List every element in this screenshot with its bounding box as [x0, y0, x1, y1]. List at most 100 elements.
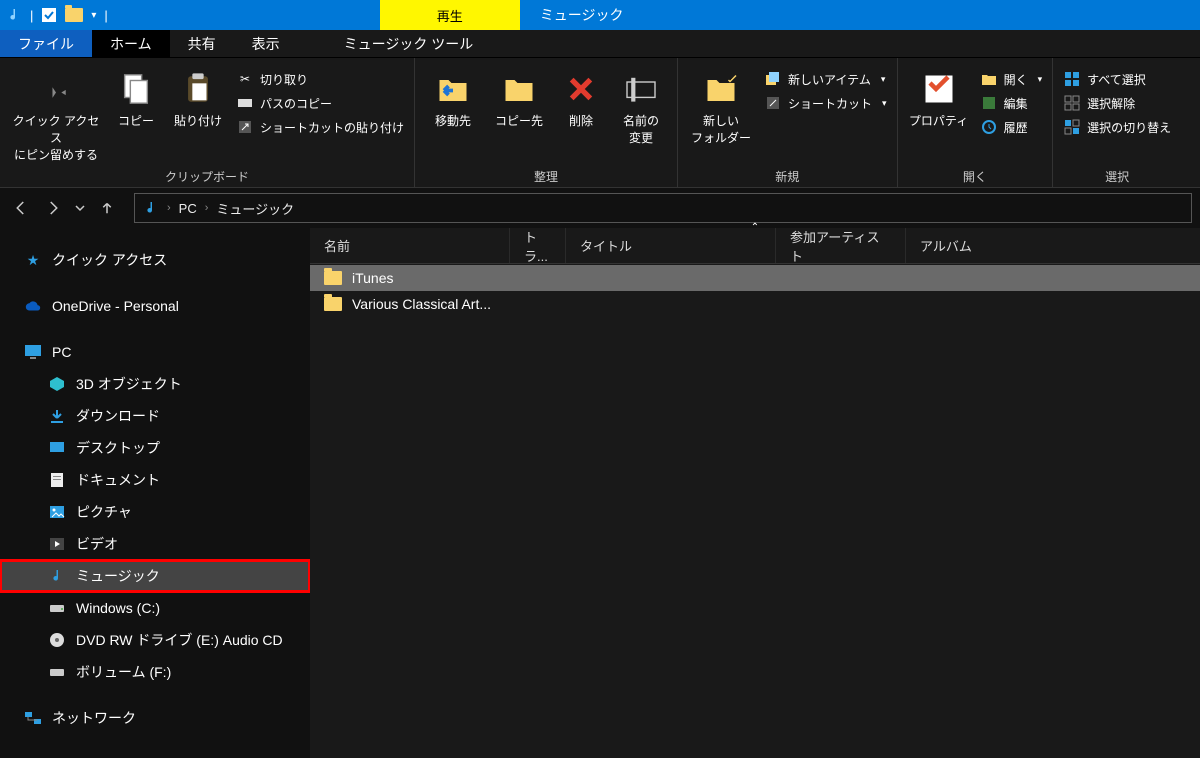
recent-locations-button[interactable]	[72, 195, 88, 221]
history-button[interactable]: 履歴	[980, 118, 1043, 136]
sidebar-item-videos[interactable]: ビデオ	[0, 528, 310, 560]
sidebar-item-documents[interactable]: ドキュメント	[0, 464, 310, 496]
column-headers: 名前 トラ... タイトル 参加アーティスト アルバム	[310, 228, 1200, 264]
tab-home[interactable]: ホーム	[92, 30, 170, 57]
open-small-buttons: 開く▾ 編集 履歴	[980, 64, 1043, 136]
open-button[interactable]: 開く▾	[980, 70, 1043, 88]
rename-label: 名前の 変更	[623, 112, 659, 146]
col-label: タイトル	[580, 236, 632, 255]
chevron-down-icon: ▾	[881, 74, 886, 85]
divider: |	[104, 8, 107, 23]
sidebar-item-desktop[interactable]: デスクトップ	[0, 432, 310, 464]
copy-path-button[interactable]: パスのコピー	[236, 94, 404, 112]
sidebar-item-downloads[interactable]: ダウンロード	[0, 400, 310, 432]
move-to-button[interactable]: 移動先	[425, 64, 481, 129]
sidebar-label: ビデオ	[76, 534, 118, 554]
cloud-icon	[24, 297, 42, 315]
sidebar-item-pictures[interactable]: ピクチャ	[0, 496, 310, 528]
breadcrumb-music[interactable]: ミュージック	[216, 199, 294, 218]
chevron-down-icon: ▾	[882, 98, 887, 109]
select-all-button[interactable]: すべて選択	[1063, 70, 1171, 88]
shortcut-icon	[764, 94, 782, 112]
column-header-title[interactable]: タイトル	[566, 228, 776, 263]
main-area: ★ クイック アクセス OneDrive - Personal PC 3D オブ…	[0, 228, 1200, 758]
select-all-label: すべて選択	[1087, 71, 1146, 88]
column-header-name[interactable]: 名前	[310, 228, 510, 263]
sidebar-item-drive-e[interactable]: DVD RW ドライブ (E:) Audio CD	[0, 624, 310, 656]
sidebar-item-onedrive[interactable]: OneDrive - Personal	[0, 290, 310, 322]
cube-icon	[48, 375, 66, 393]
select-none-button[interactable]: 選択解除	[1063, 94, 1171, 112]
file-list: 名前 トラ... タイトル 参加アーティスト アルバム ⌃ iTunes Var…	[310, 228, 1200, 758]
paste-shortcut-label: ショートカットの貼り付け	[260, 119, 404, 136]
edit-label: 編集	[1004, 95, 1028, 112]
navigation-pane[interactable]: ★ クイック アクセス OneDrive - Personal PC 3D オブ…	[0, 228, 310, 758]
checkbox-icon[interactable]	[41, 7, 57, 23]
new-item-icon	[764, 70, 782, 88]
copy-button[interactable]: コピー	[112, 64, 160, 129]
tab-share[interactable]: 共有	[170, 30, 234, 57]
picture-icon	[48, 503, 66, 521]
back-button[interactable]	[8, 195, 34, 221]
drive-icon	[48, 599, 66, 617]
document-icon	[48, 471, 66, 489]
sidebar-item-quick-access[interactable]: ★ クイック アクセス	[0, 244, 310, 276]
disc-icon	[48, 631, 66, 649]
copy-to-button[interactable]: コピー先	[491, 64, 547, 129]
sidebar-item-drive-f[interactable]: ボリューム (F:)	[0, 656, 310, 688]
music-icon	[6, 7, 22, 23]
paste-button[interactable]: 貼り付け	[170, 64, 226, 129]
new-small-buttons: 新しいアイテム▾ ショートカット▾	[764, 64, 887, 112]
copy-label: コピー	[118, 112, 154, 129]
table-row[interactable]: iTunes	[310, 265, 1200, 291]
new-folder-button[interactable]: 新しい フォルダー	[688, 64, 754, 146]
group-new: 新しい フォルダー 新しいアイテム▾ ショートカット▾ 新規	[678, 58, 898, 187]
invert-label: 選択の切り替え	[1087, 119, 1171, 136]
tab-file[interactable]: ファイル	[0, 30, 92, 57]
sidebar-label: ドキュメント	[76, 470, 160, 490]
group-clipboard-label: クリップボード	[10, 164, 404, 185]
edit-button[interactable]: 編集	[980, 94, 1043, 112]
new-item-button[interactable]: 新しいアイテム▾	[764, 70, 887, 88]
column-header-album[interactable]: アルバム	[906, 228, 1200, 263]
network-icon	[24, 709, 42, 727]
ribbon: クイック アクセス にピン留めする コピー 貼り付け ✂切り取り パスのコピー …	[0, 58, 1200, 188]
video-icon	[48, 535, 66, 553]
folder-icon[interactable]	[65, 8, 83, 22]
sidebar-item-3d-objects[interactable]: 3D オブジェクト	[0, 368, 310, 400]
table-row[interactable]: Various Classical Art...	[310, 291, 1200, 317]
chevron-right-icon[interactable]: ›	[167, 202, 171, 214]
delete-button[interactable]: 削除	[557, 64, 605, 129]
contextual-tool-tab[interactable]: 再生	[380, 0, 520, 30]
chevron-right-icon[interactable]: ›	[205, 202, 209, 214]
breadcrumb-pc[interactable]: PC	[179, 201, 197, 216]
copy-icon	[117, 70, 155, 108]
tab-view[interactable]: 表示	[234, 30, 298, 57]
rename-button[interactable]: 名前の 変更	[615, 64, 667, 146]
paste-icon	[179, 70, 217, 108]
select-none-label: 選択解除	[1087, 95, 1135, 112]
file-name: Various Classical Art...	[352, 296, 491, 312]
paste-shortcut-button[interactable]: ショートカットの貼り付け	[236, 118, 404, 136]
new-shortcut-button[interactable]: ショートカット▾	[764, 94, 887, 112]
dropdown-icon[interactable]: ▾	[91, 10, 96, 21]
sidebar-item-network[interactable]: ネットワーク	[0, 702, 310, 734]
column-header-artist[interactable]: 参加アーティスト	[776, 228, 906, 263]
copy-to-icon	[500, 70, 538, 108]
sidebar-item-music[interactable]: ミュージック	[0, 560, 310, 592]
up-button[interactable]	[94, 195, 120, 221]
pin-to-quick-access-button[interactable]: クイック アクセス にピン留めする	[10, 64, 102, 163]
copy-path-label: パスのコピー	[260, 95, 332, 112]
tab-music-tools[interactable]: ミュージック ツール	[326, 30, 492, 57]
properties-button[interactable]: プロパティ	[908, 64, 970, 129]
forward-button[interactable]	[40, 195, 66, 221]
group-open: プロパティ 開く▾ 編集 履歴 開く	[898, 58, 1054, 187]
sidebar-item-drive-c[interactable]: Windows (C:)	[0, 592, 310, 624]
column-header-track[interactable]: トラ...	[510, 228, 566, 263]
file-rows[interactable]: iTunes Various Classical Art...	[310, 263, 1200, 758]
desktop-icon	[48, 439, 66, 457]
cut-button[interactable]: ✂切り取り	[236, 70, 404, 88]
sidebar-item-pc[interactable]: PC	[0, 336, 310, 368]
invert-selection-button[interactable]: 選択の切り替え	[1063, 118, 1171, 136]
file-name: iTunes	[352, 270, 394, 286]
